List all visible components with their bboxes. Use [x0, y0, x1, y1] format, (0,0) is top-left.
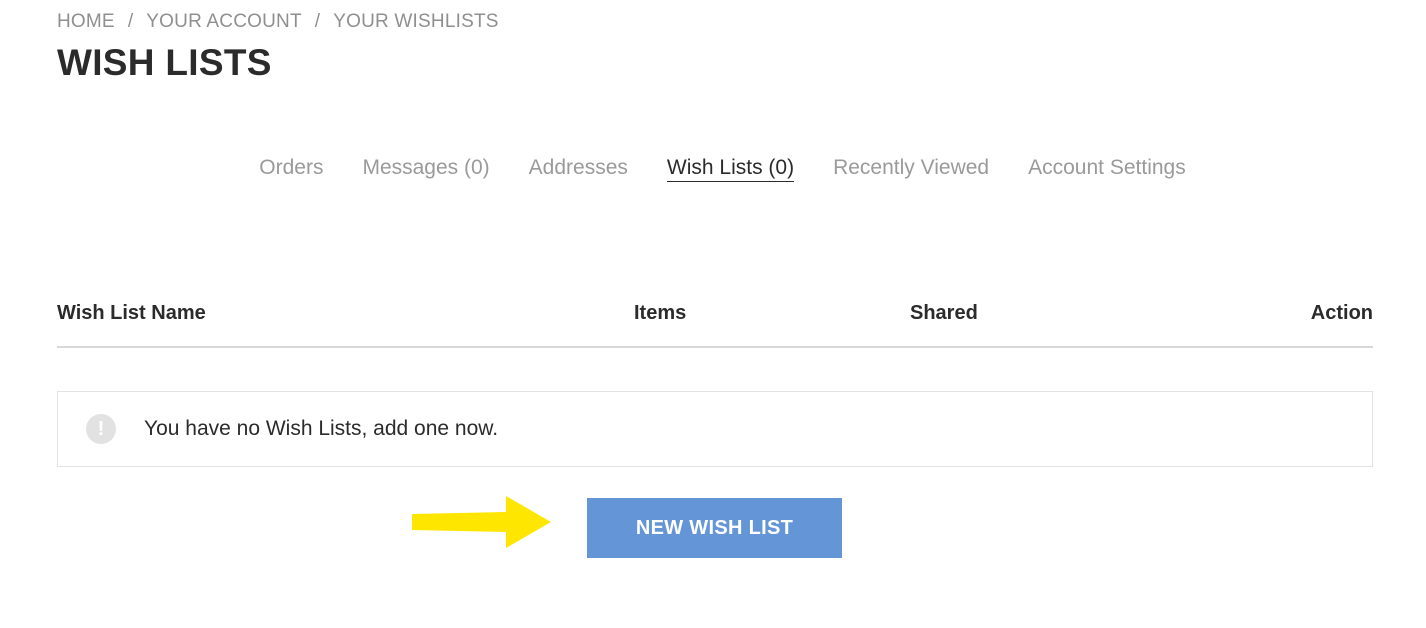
- empty-wishlists-alert: ! You have no Wish Lists, add one now.: [57, 391, 1373, 467]
- wishlists-page: HOME / YOUR ACCOUNT / YOUR WISHLISTS WIS…: [57, 0, 1373, 628]
- account-nav: Orders Messages (0) Addresses Wish Lists…: [57, 156, 1373, 182]
- breadcrumb-your-wishlists: YOUR WISHLISTS: [333, 11, 499, 32]
- column-header-shared: Shared: [910, 302, 978, 324]
- arrow-right-icon: [412, 496, 551, 548]
- breadcrumb-separator: /: [314, 11, 321, 32]
- wishlist-table-header: Wish List Name Items Shared Action: [57, 300, 1373, 348]
- nav-item-messages[interactable]: Messages (0): [362, 156, 489, 182]
- nav-item-account-settings[interactable]: Account Settings: [1028, 156, 1186, 182]
- nav-item-recently-viewed[interactable]: Recently Viewed: [833, 156, 989, 182]
- exclamation-icon: !: [86, 414, 116, 444]
- new-wish-list-button[interactable]: NEW WISH LIST: [587, 498, 842, 558]
- alert-message: You have no Wish Lists, add one now.: [144, 417, 499, 440]
- nav-item-addresses[interactable]: Addresses: [529, 156, 628, 182]
- column-header-action: Action: [1310, 302, 1373, 324]
- column-header-wish-list-name: Wish List Name: [57, 302, 206, 324]
- breadcrumb-separator: /: [127, 11, 134, 32]
- column-header-items: Items: [634, 302, 687, 324]
- page-title: WISH LISTS: [57, 42, 272, 83]
- nav-item-orders[interactable]: Orders: [259, 156, 323, 182]
- breadcrumb: HOME / YOUR ACCOUNT / YOUR WISHLISTS: [57, 11, 499, 33]
- breadcrumb-your-account[interactable]: YOUR ACCOUNT: [146, 11, 301, 33]
- nav-item-wish-lists[interactable]: Wish Lists (0): [666, 156, 795, 182]
- breadcrumb-home[interactable]: HOME: [57, 11, 115, 33]
